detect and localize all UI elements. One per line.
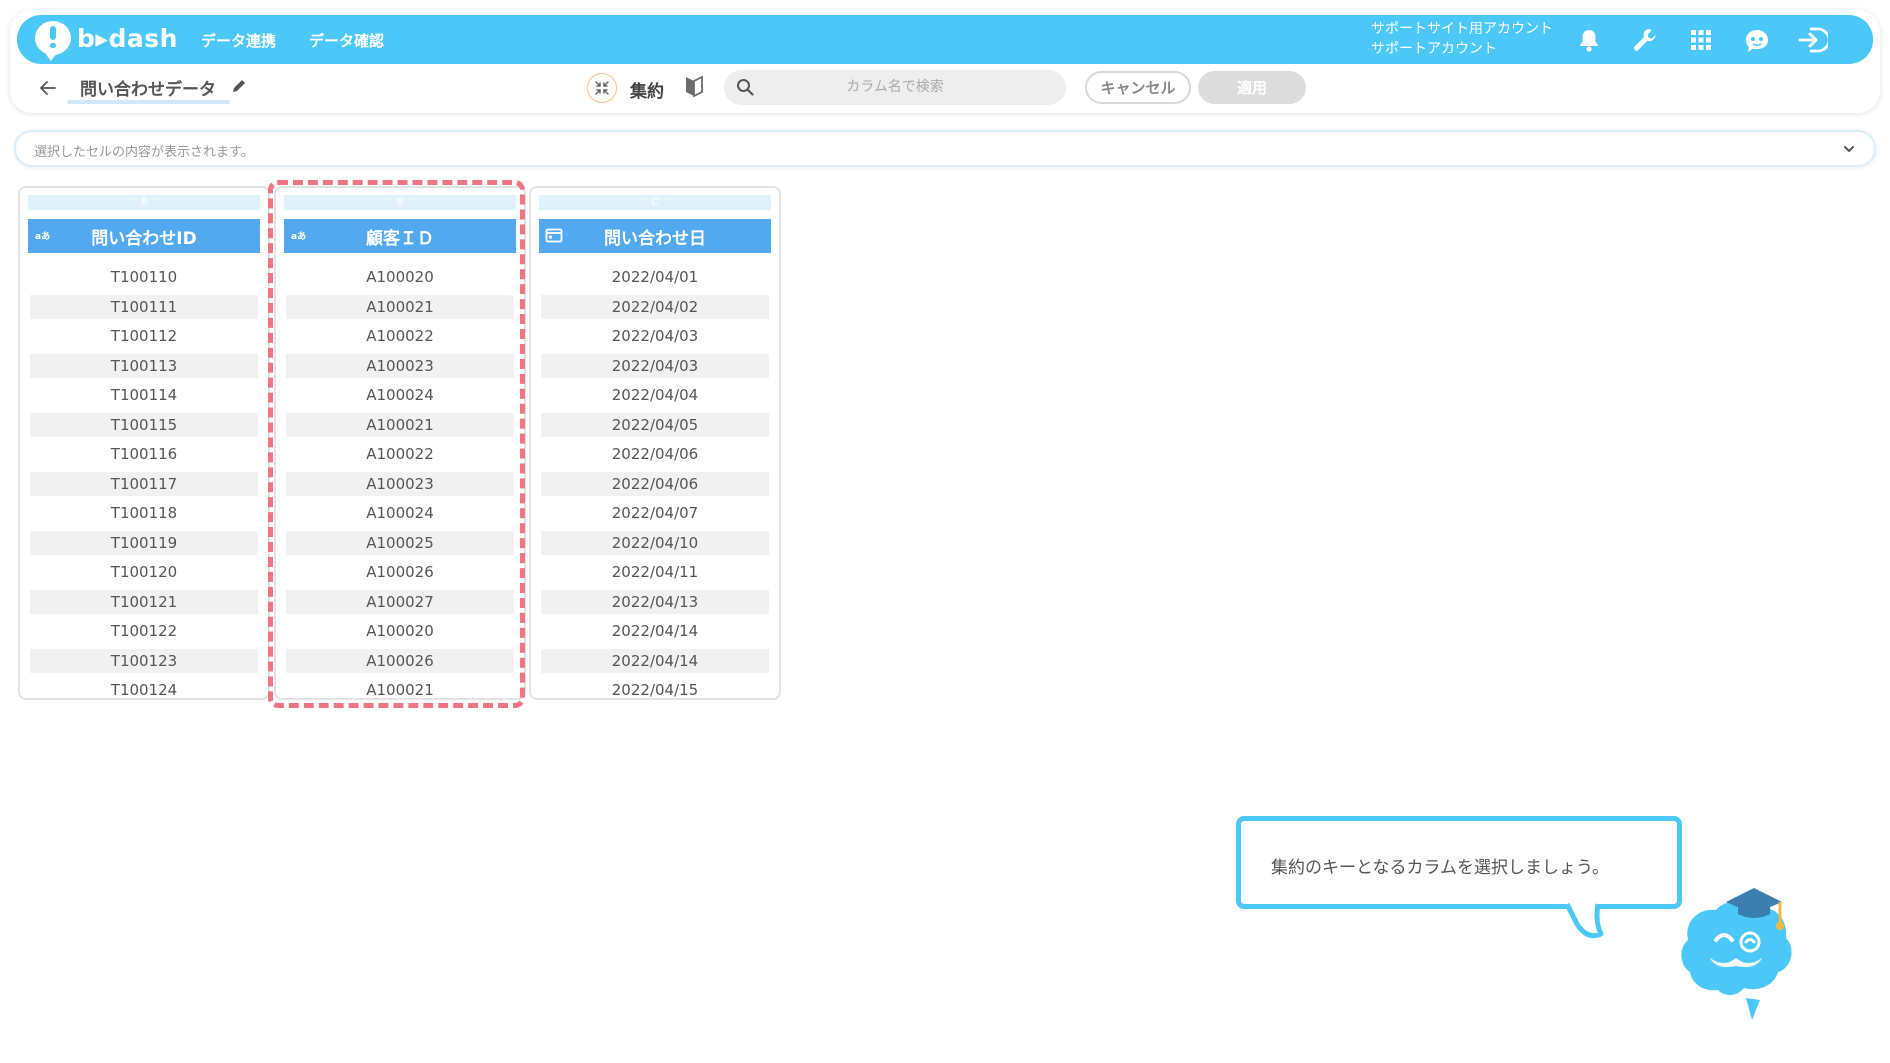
top-bar: b▸dash データ連携 データ確認 サポートサイト用アカウント サポートアカウ…	[17, 15, 1873, 64]
table-cell[interactable]: A100021	[286, 675, 514, 705]
column-card-c: C 問い合わせ日 2022/04/01 2022/04/02 2022/04/03 2…	[529, 186, 781, 705]
mode-label: 集約	[630, 82, 664, 102]
cell-content-viewer[interactable]: 選択したセルの内容が表示されます。	[14, 130, 1876, 167]
table-cell[interactable]: T100121	[30, 586, 258, 616]
table-cell[interactable]: 2022/04/07	[541, 498, 769, 528]
title-underline	[67, 100, 230, 104]
account-name: サポートサイト用アカウント	[1371, 21, 1553, 37]
column-rows: 2022/04/01 2022/04/02 2022/04/03 2022/04/03…	[541, 262, 769, 705]
tip-bubble: 集約のキーとなるカラムを選択しましょう。	[1236, 816, 1682, 909]
table-cell[interactable]: A100023	[286, 350, 514, 380]
tip-bubble-tail	[1564, 902, 1611, 946]
table-cell[interactable]: 2022/04/06	[541, 468, 769, 498]
table-cell[interactable]: A100021	[286, 409, 514, 439]
table-cell[interactable]: T100111	[30, 291, 258, 321]
table-cell[interactable]: T100119	[30, 527, 258, 557]
table-cell[interactable]: 2022/04/01	[541, 262, 769, 292]
column-letter: A	[28, 195, 260, 210]
nav-data-integration[interactable]: データ連携	[201, 30, 276, 51]
table-cell[interactable]: T100120	[30, 557, 258, 587]
table-cell[interactable]: 2022/04/14	[541, 616, 769, 646]
beginner-mark-icon[interactable]	[685, 75, 703, 101]
table-cell[interactable]: 2022/04/15	[541, 675, 769, 705]
logout-icon[interactable]	[1796, 23, 1830, 57]
table-cell[interactable]: T100115	[30, 409, 258, 439]
column-card-b: B aあ 顧客ＩＤ A100020 A100021 A100022 A100023 A1…	[274, 186, 526, 705]
column-search-input[interactable]	[770, 72, 1020, 102]
logo[interactable]: b▸dash	[35, 21, 178, 61]
table-cell[interactable]: 2022/04/13	[541, 586, 769, 616]
column-letter: C	[539, 195, 771, 210]
column-letter: B	[284, 195, 516, 210]
table-cell[interactable]: 2022/04/14	[541, 645, 769, 675]
table-cell[interactable]: A100025	[286, 527, 514, 557]
table-cell[interactable]: 2022/04/03	[541, 321, 769, 351]
table-cell[interactable]: 2022/04/10	[541, 527, 769, 557]
table-cell[interactable]: A100020	[286, 262, 514, 292]
apply-button[interactable]: 適用	[1198, 71, 1306, 104]
column-name: 問い合わせ日	[604, 228, 706, 249]
chat-mascot-icon[interactable]	[1740, 23, 1774, 57]
table-cell[interactable]: A100024	[286, 498, 514, 528]
wrench-icon[interactable]	[1628, 23, 1662, 57]
table-cell[interactable]: A100023	[286, 468, 514, 498]
column-header[interactable]: aあ 問い合わせID	[28, 219, 260, 253]
table-cell[interactable]: T100122	[30, 616, 258, 646]
mascot-icon	[1668, 880, 1808, 1024]
table-cell[interactable]: T100113	[30, 350, 258, 380]
nav-data-check[interactable]: データ確認	[309, 30, 384, 51]
table-cell[interactable]: T100112	[30, 321, 258, 351]
account-info[interactable]: サポートサイト用アカウント サポートアカウント	[1371, 19, 1553, 59]
column-header[interactable]: aあ 顧客ＩＤ	[284, 219, 516, 253]
table-cell[interactable]: A100026	[286, 645, 514, 675]
table-cell[interactable]: T100123	[30, 645, 258, 675]
chevron-down-icon[interactable]	[1842, 141, 1856, 160]
column-name: 問い合わせID	[91, 228, 197, 249]
back-arrow-icon[interactable]	[36, 76, 60, 100]
account-user: サポートアカウント	[1371, 41, 1497, 57]
table-cell[interactable]: 2022/04/02	[541, 291, 769, 321]
calendar-icon	[545, 227, 563, 248]
column-name: 顧客ＩＤ	[366, 228, 434, 249]
pencil-icon[interactable]	[231, 78, 247, 98]
bell-icon[interactable]	[1572, 23, 1606, 57]
text-type-icon: aあ	[35, 232, 51, 242]
table-cell[interactable]: T100118	[30, 498, 258, 528]
aggregate-icon	[587, 73, 617, 103]
table-cell[interactable]: 2022/04/04	[541, 380, 769, 410]
column-rows: T100110 T100111 T100112 T100113 T100114 T1001…	[30, 262, 258, 705]
table-cell[interactable]: A100022	[286, 321, 514, 351]
table-cell[interactable]: 2022/04/03	[541, 350, 769, 380]
table-cell[interactable]: T100114	[30, 380, 258, 410]
table-cell[interactable]: T100116	[30, 439, 258, 469]
search-icon	[736, 78, 754, 100]
table-cell[interactable]: A100022	[286, 439, 514, 469]
table-cell[interactable]: A100024	[286, 380, 514, 410]
logo-text: b▸dash	[77, 23, 178, 53]
column-card-a: A aあ 問い合わせID T100110 T100111 T100112 T10011…	[18, 186, 270, 705]
logo-bubble-icon	[35, 21, 71, 61]
table-cell[interactable]: A100027	[286, 586, 514, 616]
table-cell[interactable]: T100110	[30, 262, 258, 292]
table-cell[interactable]: T100117	[30, 468, 258, 498]
column-rows: A100020 A100021 A100022 A100023 A100024 A1000…	[286, 262, 514, 705]
column-header[interactable]: 問い合わせ日	[539, 219, 771, 253]
table-cell[interactable]: A100021	[286, 291, 514, 321]
tip-text: 集約のキーとなるカラムを選択しましょう。	[1271, 858, 1609, 878]
cancel-button[interactable]: キャンセル	[1085, 71, 1191, 104]
cell-viewer-placeholder: 選択したセルの内容が表示されます。	[34, 145, 254, 160]
table-cell[interactable]: A100026	[286, 557, 514, 587]
table-cell[interactable]: A100020	[286, 616, 514, 646]
text-type-icon: aあ	[291, 232, 307, 242]
table-cell[interactable]: 2022/04/11	[541, 557, 769, 587]
apps-grid-icon[interactable]	[1684, 23, 1718, 57]
table-cell[interactable]: 2022/04/06	[541, 439, 769, 469]
table-cell[interactable]: 2022/04/05	[541, 409, 769, 439]
table-cell[interactable]: T100124	[30, 675, 258, 705]
